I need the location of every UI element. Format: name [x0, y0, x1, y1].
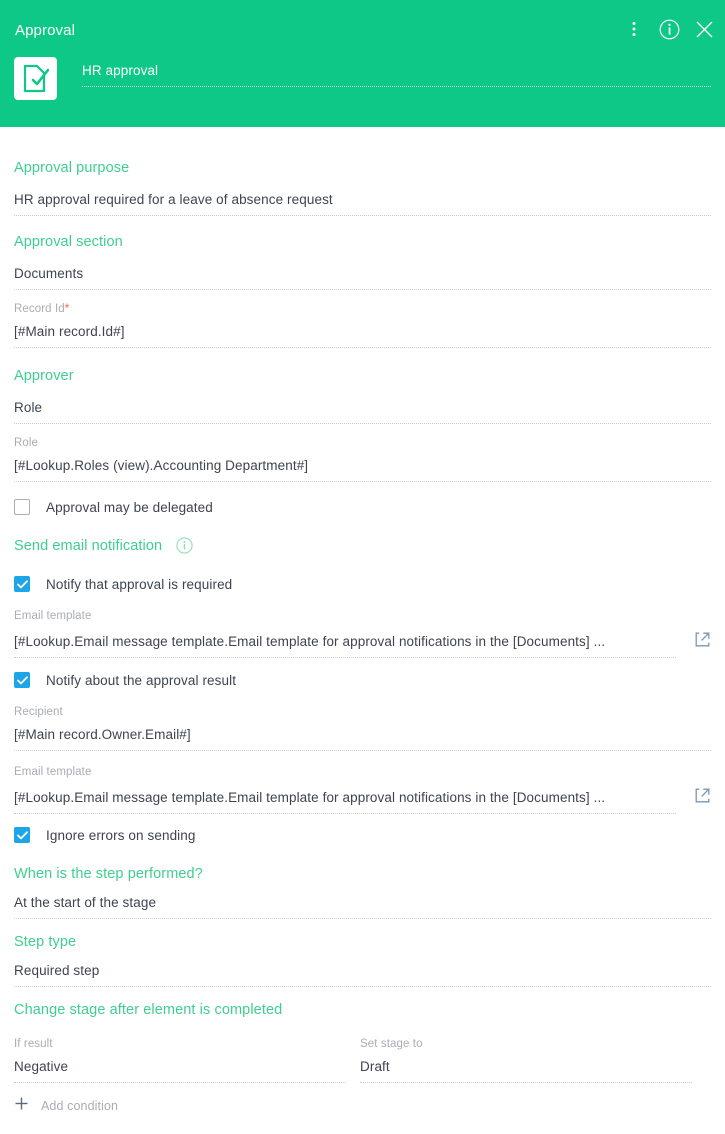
- approver-value[interactable]: Role: [14, 400, 711, 415]
- if-result-value[interactable]: Negative: [14, 1059, 346, 1074]
- email-template-2-underline: [14, 813, 676, 814]
- element-name-underline: [82, 86, 711, 87]
- add-condition-button[interactable]: Add condition: [14, 1096, 118, 1116]
- dialog-title: Approval: [15, 22, 76, 39]
- send-email-info-icon[interactable]: [176, 537, 193, 554]
- email-template-1-underline: [14, 657, 676, 658]
- record-id-value[interactable]: [#Main record.Id#]: [14, 324, 711, 339]
- email-template-1-label: Email template: [14, 610, 92, 622]
- approval-section-value[interactable]: Documents: [14, 266, 711, 281]
- role-label: Role: [14, 437, 39, 449]
- approver-group: Approver Role: [14, 368, 711, 424]
- when-performed-value[interactable]: At the start of the stage: [14, 895, 711, 910]
- ignore-errors-checkbox[interactable]: [14, 827, 30, 843]
- when-performed-group: When is the step performed? At the start…: [14, 866, 711, 919]
- approval-section-underline: [14, 289, 711, 290]
- delegate-checkbox[interactable]: [14, 499, 30, 515]
- if-result-label: If result: [14, 1038, 53, 1050]
- when-performed-underline: [14, 918, 711, 919]
- dialog-header: Approval HR approval: [0, 0, 725, 127]
- approval-section-title: Approval section: [14, 234, 123, 250]
- approval-purpose-group: Approval purpose HR approval required fo…: [14, 160, 711, 216]
- set-stage-to-label: Set stage to: [360, 1038, 423, 1050]
- set-stage-to-value[interactable]: Draft: [360, 1059, 692, 1074]
- open-email-template-1-external-link-icon[interactable]: [694, 631, 711, 653]
- condition-row: If result Negative Set stage to Draft: [14, 1038, 711, 1083]
- step-type-group: Step type Required step: [14, 934, 711, 987]
- role-underline: [14, 481, 711, 482]
- ignore-errors-label: Ignore errors on sending: [46, 827, 196, 843]
- step-type-underline: [14, 986, 711, 987]
- open-email-template-2-external-link-icon[interactable]: [694, 787, 711, 809]
- recipient-underline: [14, 750, 711, 751]
- step-type-title: Step type: [14, 934, 77, 950]
- approver-underline: [14, 423, 711, 424]
- header-name-row: HR approval: [14, 57, 711, 100]
- email-template-2-value[interactable]: [#Lookup.Email message template.Email te…: [14, 790, 676, 805]
- recipient-value[interactable]: [#Main record.Owner.Email#]: [14, 727, 711, 742]
- info-circle-icon[interactable]: [658, 18, 680, 40]
- notify-required-label: Notify that approval is required: [46, 576, 233, 592]
- send-email-section: Send email notification: [14, 537, 193, 555]
- approver-title: Approver: [14, 368, 74, 384]
- set-stage-to-group: Set stage to Draft: [360, 1038, 692, 1083]
- header-actions: [623, 18, 715, 40]
- email-template-1-value[interactable]: [#Lookup.Email message template.Email te…: [14, 634, 676, 649]
- record-id-group: Record Id* [#Main record.Id#]: [14, 303, 711, 348]
- record-id-label-text: Record Id: [14, 303, 65, 315]
- element-name-field[interactable]: HR approval: [82, 57, 711, 87]
- notify-result-row[interactable]: Notify about the approval result: [14, 672, 236, 688]
- email-template-2-label: Email template: [14, 766, 92, 778]
- recipient-label: Recipient: [14, 706, 63, 718]
- notify-result-checkbox[interactable]: [14, 672, 30, 688]
- send-email-title: Send email notification: [14, 538, 163, 554]
- role-group: Role [#Lookup.Roles (view).Accounting De…: [14, 437, 711, 482]
- email-template-1-group: Email template [#Lookup.Email message te…: [14, 610, 711, 661]
- add-condition-label: Add condition: [41, 1099, 119, 1113]
- delegate-checkbox-row[interactable]: Approval may be delegated: [14, 499, 213, 515]
- kebab-menu-icon[interactable]: [623, 18, 645, 40]
- approval-section-group: Approval section Documents: [14, 234, 711, 290]
- approval-purpose-underline: [14, 215, 711, 216]
- document-check-icon: [14, 57, 57, 100]
- close-icon[interactable]: [693, 18, 715, 40]
- plus-icon: [14, 1096, 29, 1116]
- element-name-value: HR approval: [82, 63, 159, 78]
- change-stage-title-text: Change stage after element is completed: [14, 1002, 283, 1018]
- notify-required-checkbox[interactable]: [14, 576, 30, 592]
- approval-purpose-value[interactable]: HR approval required for a leave of abse…: [14, 192, 711, 207]
- change-stage-title: Change stage after element is completed: [14, 1002, 282, 1018]
- required-asterisk: *: [64, 303, 70, 315]
- ignore-errors-row[interactable]: Ignore errors on sending: [14, 827, 196, 843]
- notify-result-label: Notify about the approval result: [46, 672, 237, 688]
- if-result-group: If result Negative: [14, 1038, 346, 1083]
- step-type-value[interactable]: Required step: [14, 963, 711, 978]
- role-value[interactable]: [#Lookup.Roles (view).Accounting Departm…: [14, 458, 711, 473]
- email-template-2-group: Email template [#Lookup.Email message te…: [14, 766, 711, 817]
- if-result-underline: [14, 1082, 346, 1083]
- delegate-checkbox-label: Approval may be delegated: [46, 499, 213, 515]
- record-id-underline: [14, 347, 711, 348]
- record-id-label: Record Id*: [14, 303, 711, 315]
- notify-required-row[interactable]: Notify that approval is required: [14, 576, 232, 592]
- set-stage-to-underline: [360, 1082, 692, 1083]
- when-performed-title: When is the step performed?: [14, 866, 203, 882]
- approval-purpose-title: Approval purpose: [14, 160, 130, 176]
- recipient-group: Recipient [#Main record.Owner.Email#]: [14, 706, 711, 751]
